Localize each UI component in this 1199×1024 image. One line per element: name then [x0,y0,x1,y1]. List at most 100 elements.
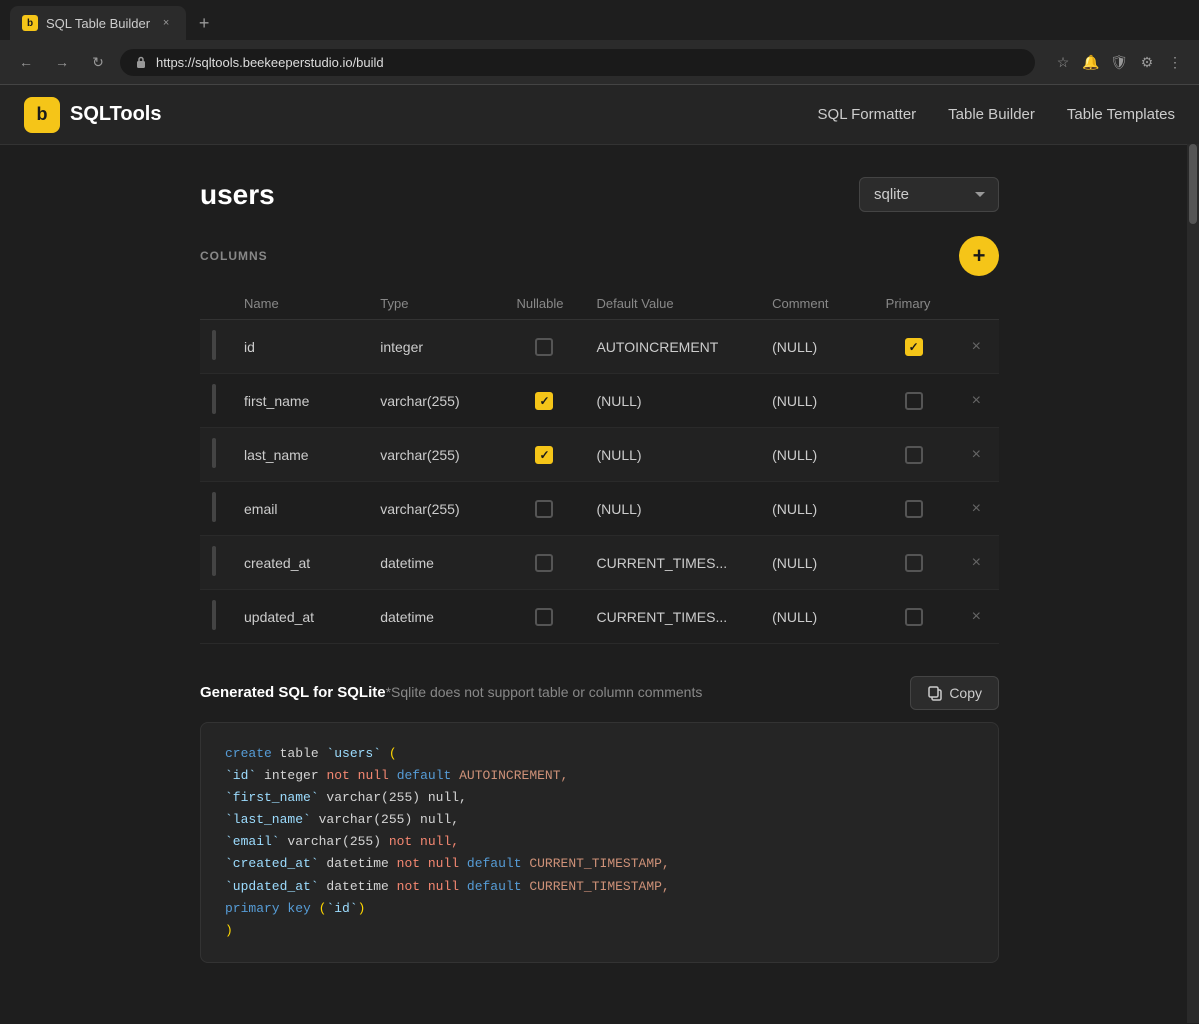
code-token: ) [358,901,366,916]
code-token: null, [420,834,459,849]
delete-column-button[interactable]: × [966,498,987,520]
bookmark-star-icon[interactable]: ☆ [1051,50,1075,74]
code-token [311,901,319,916]
code-token [389,768,397,783]
col-nullable-cell [504,482,584,536]
default-value-label: CURRENT_TIMES... [596,555,727,571]
ext-icon-3[interactable]: ⚙ [1135,50,1159,74]
code-token: null [428,879,459,894]
tab-close-button[interactable]: × [158,15,174,31]
code-token: varchar(255) null, [311,812,459,827]
lock-icon [134,55,148,69]
col-primary-cell [874,374,954,428]
forward-button[interactable]: → [48,48,76,76]
col-default-cell: AUTOINCREMENT [584,320,760,374]
col-type-cell: varchar(255) [368,482,504,536]
column-name-label: updated_at [244,609,314,625]
drag-handle[interactable] [212,384,216,414]
code-line: `created_at` datetime not null default C… [225,853,974,875]
main-nav: SQL Formatter Table Builder Table Templa… [818,106,1175,123]
delete-column-button[interactable]: × [966,444,987,466]
code-token: not [326,768,349,783]
ext-icon-2[interactable]: 🛡 [1107,50,1131,74]
col-nullable-cell [504,536,584,590]
table-row: last_name varchar(255) (NULL) (NULL) × [200,428,999,482]
nullable-checkbox[interactable] [535,554,553,572]
col-default-cell: CURRENT_TIMES... [584,536,760,590]
primary-checkbox[interactable] [905,338,923,356]
col-action-cell: × [954,536,999,590]
nullable-checkbox[interactable] [535,392,553,410]
code-token: default [397,768,452,783]
code-token [420,879,428,894]
url-text: https://sqltools.beekeeperstudio.io/buil… [156,55,384,70]
col-comment-cell: (NULL) [760,536,874,590]
nullable-checkbox[interactable] [535,500,553,518]
browser-chrome: b SQL Table Builder × + ← → ↻ https://sq… [0,0,1199,85]
copy-button[interactable]: Copy [910,676,999,710]
code-line: `id` integer not null default AUTOINCREM… [225,765,974,787]
primary-checkbox[interactable] [905,500,923,518]
th-default-value: Default Value [584,288,760,320]
sql-title: Generated SQL for SQLite*Sqlite does not… [200,684,702,702]
primary-checkbox[interactable] [905,446,923,464]
default-value-label: (NULL) [596,447,641,463]
add-column-button[interactable]: + [959,236,999,276]
address-bar: ← → ↻ https://sqltools.beekeeperstudio.i… [0,40,1199,84]
logo-text: SQLTools [70,103,161,126]
code-line: `updated_at` datetime not null default C… [225,876,974,898]
code-token: null [358,768,389,783]
nullable-checkbox[interactable] [535,338,553,356]
col-comment-cell: (NULL) [760,590,874,644]
code-token: primary [225,901,280,916]
col-action-cell: × [954,428,999,482]
delete-column-button[interactable]: × [966,552,987,574]
nav-table-builder[interactable]: Table Builder [948,106,1035,123]
code-line: create table `users` ( [225,743,974,765]
url-bar[interactable]: https://sqltools.beekeeperstudio.io/buil… [120,49,1035,76]
th-nullable: Nullable [504,288,584,320]
logo-icon: b [24,97,60,133]
database-select[interactable]: sqlite mysql postgresql mssql [859,177,999,212]
column-name-label: created_at [244,555,310,571]
drag-handle[interactable] [212,492,216,522]
table-row: updated_at datetime CURRENT_TIMES... (NU… [200,590,999,644]
delete-column-button[interactable]: × [966,606,987,628]
back-button[interactable]: ← [12,48,40,76]
column-name-label: last_name [244,447,309,463]
column-type-label: integer [380,339,423,355]
delete-column-button[interactable]: × [966,390,987,412]
primary-checkbox[interactable] [905,608,923,626]
menu-icon[interactable]: ⋮ [1163,50,1187,74]
new-tab-button[interactable]: + [192,11,216,35]
code-token: not [397,879,420,894]
column-type-label: varchar(255) [380,501,459,517]
drag-handle[interactable] [212,330,216,360]
col-default-cell: (NULL) [584,374,760,428]
drag-handle[interactable] [212,600,216,630]
scrollbar-track[interactable] [1187,144,1199,1023]
drag-handle[interactable] [212,438,216,468]
col-primary-cell [874,536,954,590]
ext-icon-1[interactable]: 🔔 [1079,50,1103,74]
row-handle-cell [200,482,232,536]
columns-table-body: id integer AUTOINCREMENT (NULL) × [200,320,999,644]
columns-table-head: Name Type Nullable Default Value Comment… [200,288,999,320]
scrollbar-thumb[interactable] [1189,144,1197,224]
table-row: id integer AUTOINCREMENT (NULL) × [200,320,999,374]
col-name-cell: id [232,320,368,374]
delete-column-button[interactable]: × [966,336,987,358]
code-token: ) [225,923,233,938]
code-line: `first_name` varchar(255) null, [225,787,974,809]
nav-table-templates[interactable]: Table Templates [1067,106,1175,123]
drag-handle[interactable] [212,546,216,576]
primary-checkbox[interactable] [905,392,923,410]
primary-checkbox[interactable] [905,554,923,572]
nullable-checkbox[interactable] [535,446,553,464]
nullable-checkbox[interactable] [535,608,553,626]
nav-sql-formatter[interactable]: SQL Formatter [818,106,917,123]
refresh-button[interactable]: ↻ [84,48,112,76]
active-tab[interactable]: b SQL Table Builder × [10,6,186,40]
sql-note: *Sqlite does not support table or column… [386,684,703,700]
col-nullable-cell [504,590,584,644]
